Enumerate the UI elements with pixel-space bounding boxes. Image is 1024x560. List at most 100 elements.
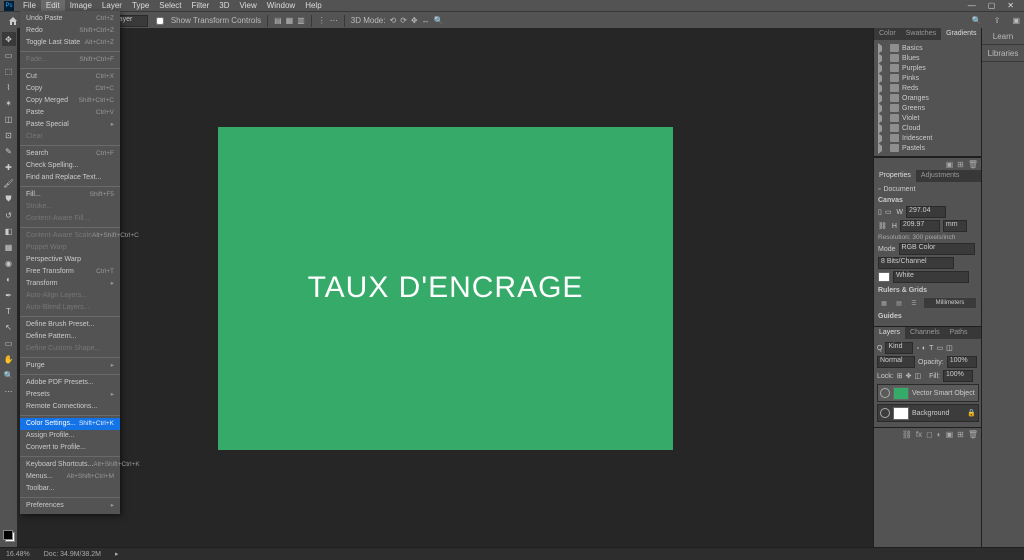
menu-item[interactable]: Copy MergedShift+Ctrl+C: [20, 95, 120, 107]
menu-item[interactable]: Fill...Shift+F5: [20, 189, 120, 201]
swatch-group[interactable]: Pastels: [876, 143, 980, 153]
canvas-height-input[interactable]: 209.97: [900, 220, 940, 232]
tab-adjustments[interactable]: Adjustments: [916, 170, 965, 182]
menu-filter[interactable]: Filter: [187, 0, 215, 11]
zoom-level[interactable]: 16.48%: [6, 551, 30, 558]
workspace-icon[interactable]: ▣: [1008, 16, 1024, 25]
search-icon[interactable]: 🔍: [968, 16, 986, 25]
window-restore-icon[interactable]: ▢: [982, 1, 1002, 10]
marquee-tool[interactable]: ⬚: [2, 64, 16, 78]
layer-mask-icon[interactable]: ◻: [926, 430, 933, 439]
menu-view[interactable]: View: [235, 0, 262, 11]
menu-item[interactable]: Toggle Last StateAlt+Ctrl+Z: [20, 37, 120, 49]
layer-style-icon[interactable]: fx: [916, 430, 922, 439]
swatch-group[interactable]: Greens: [876, 103, 980, 113]
menu-item[interactable]: Purge▸: [20, 360, 120, 372]
crop-tool[interactable]: ◫: [2, 112, 16, 126]
tab-paths[interactable]: Paths: [945, 327, 973, 339]
gradient-tool[interactable]: ▦: [2, 240, 16, 254]
path-select-tool[interactable]: ↖: [2, 320, 16, 334]
blur-tool[interactable]: ◉: [2, 256, 16, 270]
window-close-icon[interactable]: ✕: [1001, 1, 1020, 10]
wand-tool[interactable]: ✶: [2, 96, 16, 110]
move-tool[interactable]: ✥: [2, 32, 16, 46]
rulers-icon[interactable]: ▦: [878, 297, 890, 309]
bit-depth-select[interactable]: 8 Bits/Channel: [878, 257, 954, 269]
tab-layers[interactable]: Layers: [874, 327, 905, 339]
filter-shape-icon[interactable]: ▭: [936, 344, 943, 352]
swatch-group[interactable]: Reds: [876, 83, 980, 93]
swatch-group[interactable]: Basics: [876, 43, 980, 53]
tab-gradients[interactable]: Gradients: [941, 28, 981, 40]
hand-tool[interactable]: ✋: [2, 352, 16, 366]
align-center-icon[interactable]: ▦: [286, 16, 294, 25]
menu-window[interactable]: Window: [262, 0, 300, 11]
menu-item[interactable]: Color Settings...Shift+Ctrl+K: [20, 418, 120, 430]
libraries-panel-button[interactable]: Libraries: [982, 45, 1024, 62]
menu-item[interactable]: Paste Special▸: [20, 119, 120, 131]
menu-help[interactable]: Help: [300, 0, 326, 11]
menu-item[interactable]: Define Brush Preset...: [20, 319, 120, 331]
align-left-icon[interactable]: ▤: [274, 16, 282, 25]
filter-pixel-icon[interactable]: ▫: [916, 345, 918, 352]
distribute-icon[interactable]: ⋮: [318, 16, 326, 25]
status-arrow-icon[interactable]: ▸: [115, 550, 119, 558]
tab-properties[interactable]: Properties: [874, 170, 916, 182]
visibility-icon[interactable]: [880, 408, 890, 418]
tab-color[interactable]: Color: [874, 28, 901, 40]
swatch-group[interactable]: Cloud: [876, 123, 980, 133]
history-brush-tool[interactable]: ↺: [2, 208, 16, 222]
doc-size[interactable]: Doc: 34.9M/38.2M: [44, 551, 101, 558]
layer-row[interactable]: Vector Smart Object: [877, 384, 979, 402]
layer-filter-select[interactable]: Kind: [885, 342, 913, 354]
opacity-input[interactable]: 100%: [947, 356, 977, 368]
menu-item[interactable]: Transform▸: [20, 278, 120, 290]
type-tool[interactable]: T: [2, 304, 16, 318]
menu-item[interactable]: Presets▸: [20, 389, 120, 401]
menu-item[interactable]: CutCtrl+X: [20, 71, 120, 83]
menu-edit[interactable]: Edit: [41, 0, 65, 11]
3d-pan-icon[interactable]: ✥: [411, 16, 418, 25]
link-layers-icon[interactable]: ⛓: [902, 430, 912, 439]
menu-item[interactable]: Find and Replace Text...: [20, 172, 120, 184]
menu-layer[interactable]: Layer: [97, 0, 127, 11]
lasso-tool[interactable]: ⌇: [2, 80, 16, 94]
filter-adjust-icon[interactable]: ◐: [922, 345, 926, 352]
canvas-area[interactable]: TAUX D'ENCRAGE: [17, 28, 874, 548]
swatch-group[interactable]: Pinks: [876, 73, 980, 83]
blend-mode-select[interactable]: Normal: [877, 356, 915, 368]
color-mode-select[interactable]: RGB Color: [899, 243, 975, 255]
healing-tool[interactable]: ✚: [2, 160, 16, 174]
swatch-group[interactable]: Blues: [876, 53, 980, 63]
edit-toolbar[interactable]: ⋯: [2, 384, 16, 398]
lock-pixel-icon[interactable]: ◫: [914, 372, 921, 380]
new-group-icon[interactable]: ▣: [946, 430, 954, 439]
menu-item[interactable]: Assign Profile...: [20, 430, 120, 442]
3d-roll-icon[interactable]: ⟳: [400, 16, 407, 25]
menu-item[interactable]: Adobe PDF Presets...: [20, 377, 120, 389]
tab-channels[interactable]: Channels: [905, 327, 945, 339]
menu-item[interactable]: Check Spelling...: [20, 160, 120, 172]
artboard-tool[interactable]: ▭: [2, 48, 16, 62]
frame-tool[interactable]: ⊡: [2, 128, 16, 142]
menu-item[interactable]: Toolbar...: [20, 483, 120, 495]
orient-portrait-icon[interactable]: ▯: [878, 208, 882, 216]
menu-item[interactable]: Free TransformCtrl+T: [20, 266, 120, 278]
3d-orbit-icon[interactable]: ⟲: [389, 16, 396, 25]
fill-input[interactable]: 100%: [943, 370, 973, 382]
zoom-tool[interactable]: 🔍: [2, 368, 16, 382]
more-align-icon[interactable]: ⋯: [330, 16, 338, 25]
new-swatch-icon[interactable]: ⊞: [957, 160, 964, 169]
menu-image[interactable]: Image: [65, 0, 97, 11]
3d-slide-icon[interactable]: ↔: [422, 16, 430, 25]
delete-swatch-icon[interactable]: 🗑: [968, 160, 978, 169]
grid-icon[interactable]: ▤: [893, 297, 905, 309]
new-layer-icon[interactable]: ⊞: [957, 430, 964, 439]
menu-item[interactable]: Menus...Alt+Shift+Ctrl+M: [20, 471, 120, 483]
menu-select[interactable]: Select: [154, 0, 186, 11]
tab-swatches[interactable]: Swatches: [901, 28, 941, 40]
align-right-icon[interactable]: ▥: [297, 16, 305, 25]
menu-item[interactable]: PasteCtrl+V: [20, 107, 120, 119]
learn-panel-button[interactable]: Learn: [982, 28, 1024, 45]
fill-select[interactable]: White: [893, 271, 969, 283]
